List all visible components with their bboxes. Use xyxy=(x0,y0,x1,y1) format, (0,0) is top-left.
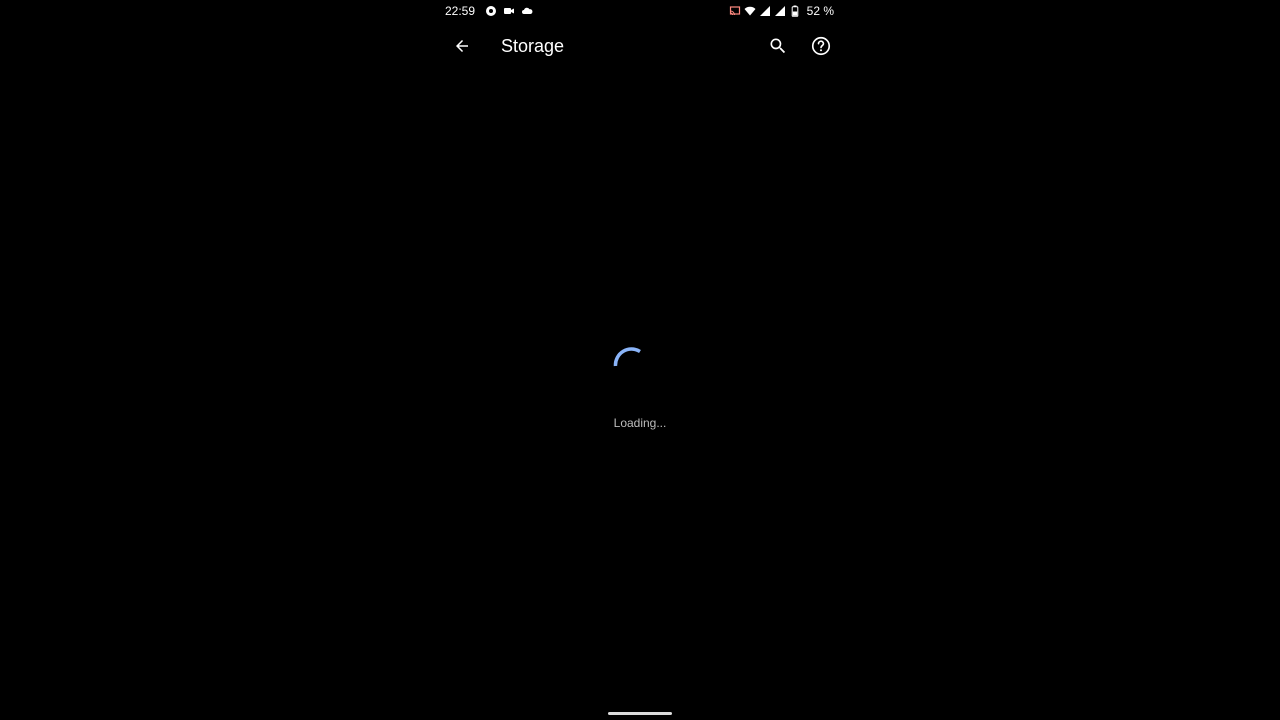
video-camera-icon xyxy=(503,5,515,17)
record-icon xyxy=(485,5,497,17)
navigation-handle[interactable] xyxy=(608,712,672,715)
search-icon xyxy=(770,38,786,54)
signal-icon xyxy=(774,5,786,17)
status-bar-left: 22:59 xyxy=(436,4,533,18)
help-circle-icon xyxy=(811,36,831,56)
status-bar: 22:59 52 % xyxy=(436,0,844,22)
arrow-back-icon xyxy=(456,40,468,52)
app-bar: Storage xyxy=(436,26,844,66)
cloud-icon xyxy=(521,5,533,17)
cast-icon xyxy=(729,5,741,17)
loading-text: Loading... xyxy=(613,416,667,430)
search-button[interactable] xyxy=(766,34,790,58)
screen: 22:59 52 % Storage Loading... xyxy=(0,0,1280,720)
loading-spinner xyxy=(613,347,641,367)
back-button[interactable] xyxy=(450,34,474,58)
wifi-icon xyxy=(744,5,756,17)
battery-icon xyxy=(789,5,801,17)
status-time: 22:59 xyxy=(445,4,476,18)
signal-icon xyxy=(759,5,771,17)
help-button[interactable] xyxy=(809,34,833,58)
battery-percent: 52 % xyxy=(806,4,834,18)
page-title: Storage xyxy=(501,36,565,56)
status-bar-right: 52 % xyxy=(729,4,844,18)
